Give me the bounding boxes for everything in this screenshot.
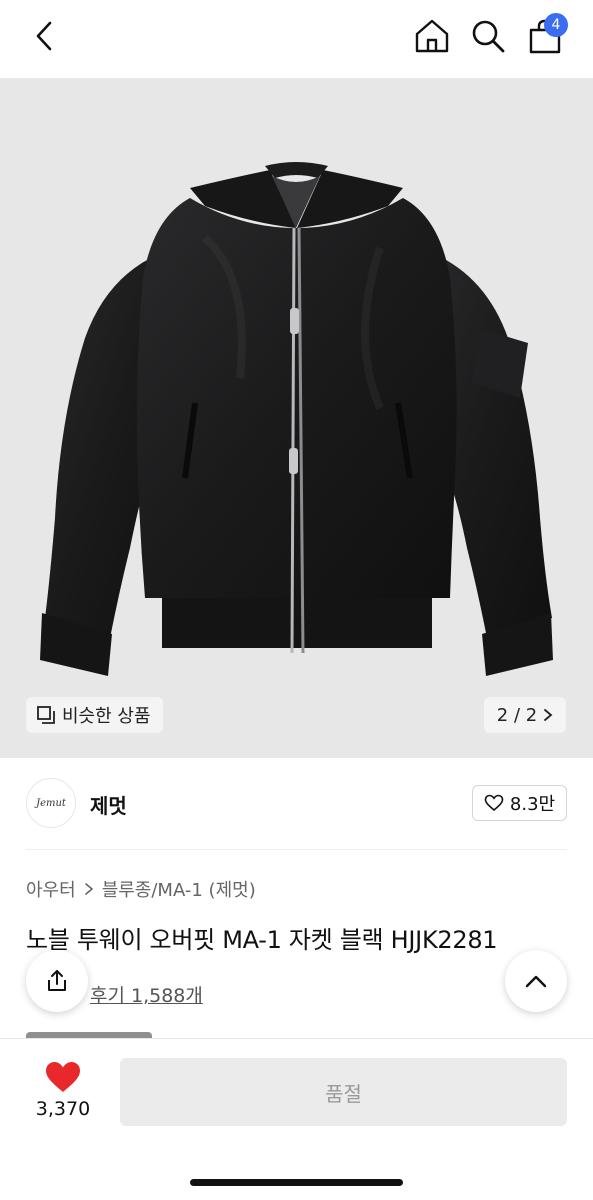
scroll-to-top-button[interactable]	[505, 950, 567, 1012]
chevron-up-icon	[525, 975, 547, 988]
image-pager[interactable]: 2 / 2	[484, 697, 566, 733]
brand-like-count: 8.3만	[509, 794, 556, 815]
wish-count: 3,370	[35, 1098, 91, 1120]
top-navigation-bar: 4	[0, 0, 593, 78]
home-indicator	[190, 1179, 403, 1186]
similar-products-label: 비슷한 상품	[62, 706, 151, 727]
share-icon	[48, 970, 66, 991]
divider	[26, 849, 567, 850]
back-arrow-icon[interactable]	[26, 18, 62, 54]
brand-logo[interactable]: Jemut	[26, 778, 76, 828]
breadcrumb-category[interactable]: 아우터	[26, 876, 76, 902]
heart-outline-icon	[484, 794, 504, 812]
share-button[interactable]	[26, 950, 88, 1012]
product-image[interactable]	[0, 78, 593, 758]
chevron-right-icon	[544, 709, 553, 721]
breadcrumb: 아우터 블루종/MA-1 (제멋)	[26, 876, 256, 902]
soldout-button[interactable]: 품절	[120, 1058, 567, 1126]
breadcrumb-subcategory[interactable]: 블루종/MA-1 (제멋)	[102, 876, 256, 902]
chevron-right-icon	[84, 883, 93, 895]
similar-items-icon	[37, 706, 55, 724]
brand-name[interactable]: 제멋	[90, 790, 127, 819]
similar-products-button[interactable]: 비슷한 상품	[26, 697, 163, 733]
pager-text: 2 / 2	[496, 704, 538, 726]
search-icon[interactable]	[468, 16, 508, 56]
brand-like-button[interactable]: 8.3만	[472, 785, 567, 821]
heart-filled-icon[interactable]	[44, 1060, 82, 1094]
product-title: 노블 투웨이 오버핏 MA-1 자켓 블랙 HJJK2281	[26, 926, 498, 954]
home-icon[interactable]	[412, 16, 452, 56]
cart-count-badge: 4	[544, 13, 568, 37]
jacket-illustration	[40, 162, 553, 676]
review-count-link[interactable]: 후기 1,588개	[90, 981, 203, 1008]
